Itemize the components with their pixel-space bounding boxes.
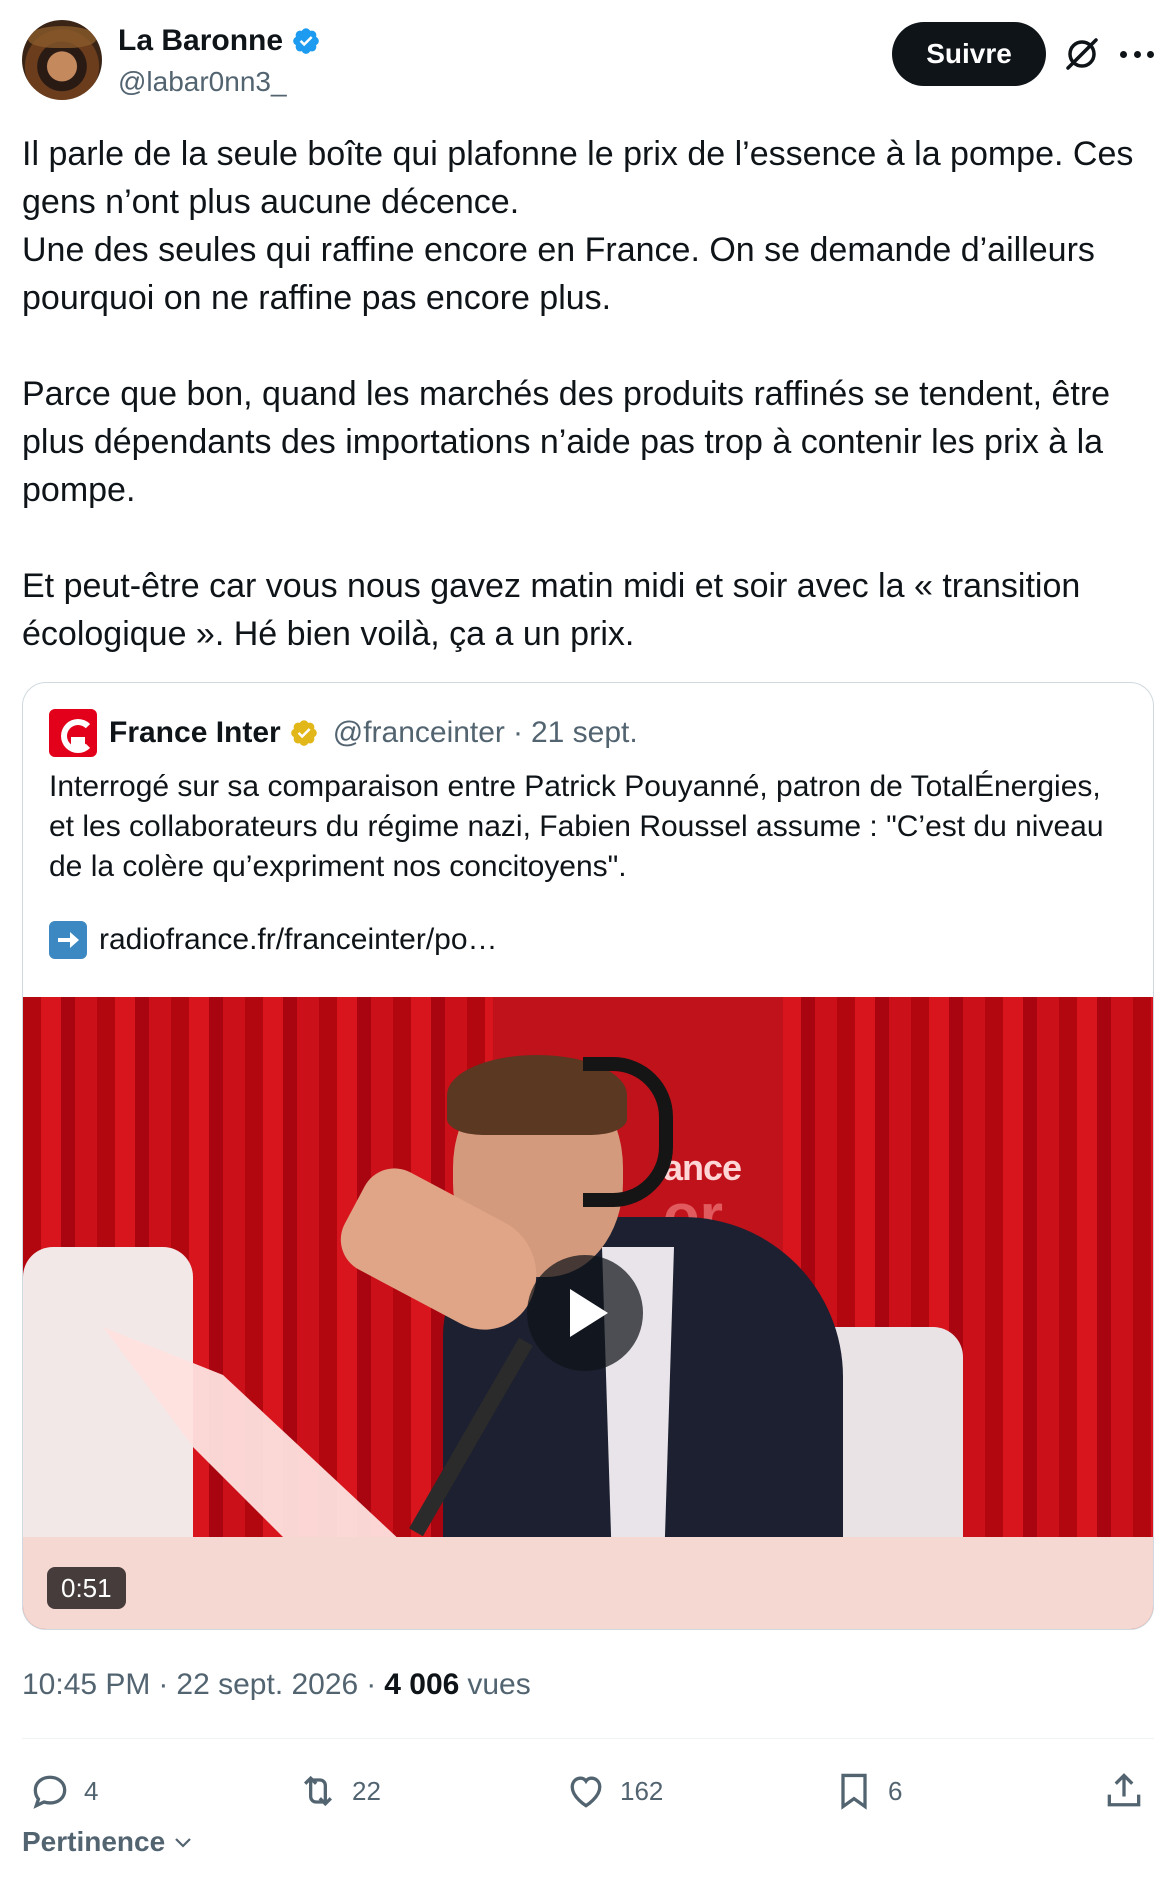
quoted-handle: @franceinter [332, 716, 505, 749]
author-display-name[interactable]: La Baronne [118, 24, 283, 58]
views-count: 4 006 [384, 1668, 460, 1701]
meta-separator: · [158, 1668, 169, 1701]
desk [23, 1537, 1153, 1629]
quoted-date: 21 sept. [530, 716, 638, 749]
divider [22, 1738, 1154, 1739]
bookmark-button[interactable]: 6 [832, 1756, 902, 1826]
bookmark-count: 6 [888, 1775, 903, 1806]
repost-button[interactable]: 22 [296, 1756, 381, 1826]
sort-dropdown[interactable]: Pertinence [22, 1826, 195, 1858]
play-icon[interactable] [527, 1255, 643, 1371]
reply-count: 4 [84, 1775, 99, 1806]
author-name-row: La Baronne [118, 24, 321, 58]
tweet-meta: 10:45 PM · 22 sept. 2026 · 4 006 vues [22, 1668, 531, 1702]
reply-button[interactable]: 4 [28, 1756, 98, 1826]
bookmark-icon [841, 1773, 867, 1810]
views-label: vues [467, 1668, 531, 1701]
quoted-display-name: France Inter [109, 716, 281, 749]
video-duration: 0:51 [47, 1567, 126, 1609]
meta-separator: · [366, 1668, 377, 1701]
share-button[interactable] [1102, 1756, 1146, 1826]
like-count: 162 [620, 1775, 664, 1806]
france-inter-logo [49, 709, 97, 757]
tweet-text: Il parle de la seule boîte qui plafonne … [22, 135, 1134, 653]
quoted-link[interactable]: radiofrance.fr/franceinter/po… [49, 921, 498, 959]
sort-label: Pertinence [22, 1826, 166, 1857]
repost-icon [303, 1775, 333, 1807]
tweet-date[interactable]: 22 sept. 2026 [176, 1668, 358, 1702]
right-arrow-icon [49, 921, 87, 959]
quoted-link-text[interactable]: radiofrance.fr/franceinter/po… [99, 923, 498, 957]
action-bar: 4 22 162 6 [22, 1756, 1154, 1826]
more-icon[interactable] [1120, 34, 1154, 74]
reply-icon [33, 1775, 67, 1809]
like-button[interactable]: 162 [564, 1756, 663, 1826]
quoted-tweet-header: France Inter @franceinter · 21 sept. [49, 709, 638, 757]
verified-gold-badge-icon [290, 720, 317, 746]
follow-button[interactable]: Suivre [892, 22, 1046, 86]
grok-icon[interactable] [1062, 34, 1102, 74]
quoted-text: Interrogé sur sa comparaison entre Patri… [49, 770, 1112, 883]
tweet-time[interactable]: 10:45 PM [22, 1668, 150, 1702]
tweet-header: La Baronne @labar0nn3_ Suivre [22, 20, 1154, 104]
author-handle[interactable]: @labar0nn3_ [118, 66, 287, 98]
verified-badge-icon [293, 28, 319, 54]
author-avatar[interactable] [22, 20, 102, 100]
quoted-separator: · [512, 716, 523, 749]
video-player[interactable]: ance or 0:51 [23, 997, 1153, 1629]
share-icon [1107, 1773, 1141, 1807]
quoted-tweet[interactable]: France Inter @franceinter · 21 sept. Int… [22, 682, 1154, 1630]
repost-count: 22 [352, 1775, 381, 1806]
heart-icon [570, 1776, 602, 1808]
headphones [583, 1057, 673, 1207]
chevron-down-icon [175, 1838, 191, 1848]
